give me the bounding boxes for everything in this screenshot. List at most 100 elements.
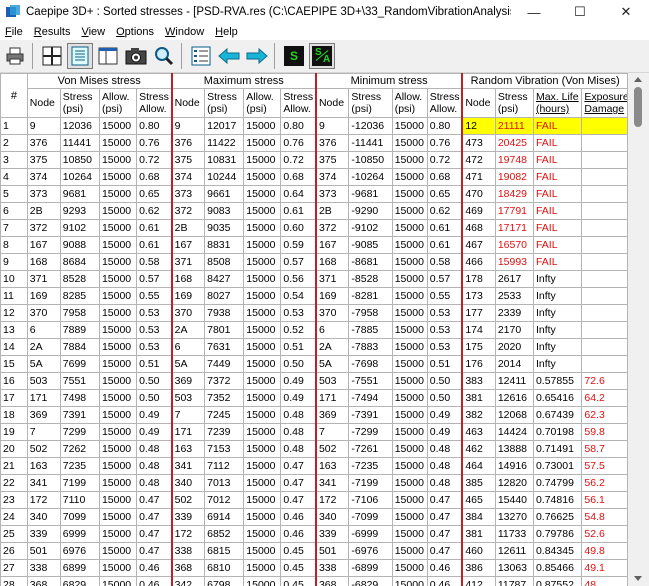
cell-max-allow[interactable]: 15000 — [243, 151, 282, 169]
table-row[interactable]: 1 9 12036 15000 0.80 9 12017 15000 0.80 9 -12036 15… — [0, 117, 628, 135]
cell-max-allow[interactable]: 15000 — [243, 338, 282, 356]
cell-min-node[interactable]: 167 — [314, 236, 350, 254]
cell-vm-allow[interactable]: 15000 — [98, 423, 138, 441]
cell-rv-max-life[interactable]: Infty — [532, 304, 583, 322]
cell-max-allow[interactable]: 15000 — [243, 491, 282, 509]
cell-min-ratio[interactable]: 0.80 — [426, 117, 463, 135]
cell-rv-stress[interactable]: 13888 — [494, 440, 534, 458]
cell-vm-node[interactable]: 172 — [26, 491, 61, 509]
scroll-down-icon[interactable] — [634, 576, 642, 581]
table-row[interactable]: 17 171 7498 15000 0.50 503 7352 15000 0.49 171 -74… — [0, 389, 628, 407]
cell-min-node[interactable]: 169 — [314, 287, 350, 305]
cell-min-stress[interactable]: -6829 — [348, 576, 393, 586]
cell-rv-max-life[interactable]: FAIL — [532, 168, 583, 186]
cell-vm-stress[interactable]: 8285 — [59, 287, 100, 305]
row-number[interactable]: 15 — [0, 355, 28, 373]
table-row[interactable]: 25 339 6999 15000 0.47 172 6852 15000 0.46 339 -69… — [0, 525, 628, 543]
cell-max-allow[interactable]: 15000 — [243, 236, 282, 254]
cell-max-allow[interactable]: 15000 — [243, 168, 282, 186]
cell-min-stress[interactable]: -8281 — [348, 287, 393, 305]
cell-vm-allow[interactable]: 15000 — [98, 338, 138, 356]
cell-max-stress[interactable]: 7245 — [204, 406, 245, 424]
row-number[interactable]: 3 — [0, 151, 28, 169]
cell-vm-stress[interactable]: 8684 — [59, 253, 100, 271]
cell-vm-ratio[interactable]: 0.53 — [136, 338, 173, 356]
row-number[interactable]: 20 — [0, 440, 28, 458]
cell-min-node[interactable]: 6 — [314, 321, 350, 339]
cell-max-allow[interactable]: 15000 — [243, 508, 282, 526]
cell-min-allow[interactable]: 15000 — [391, 185, 428, 203]
cell-max-allow[interactable]: 15000 — [243, 287, 282, 305]
menu-help[interactable]: Help — [210, 26, 244, 38]
cell-vm-node[interactable]: 2A — [26, 338, 61, 356]
cell-max-node[interactable]: 2A — [170, 321, 206, 339]
cell-vm-node[interactable]: 2B — [26, 202, 61, 220]
column-header-allow[interactable]: Allow. (psi) — [98, 88, 138, 118]
cell-vm-node[interactable]: 168 — [26, 253, 61, 271]
cell-min-stress[interactable]: -7199 — [348, 474, 393, 492]
cell-rv-max-life[interactable]: 0.84345 — [532, 542, 583, 560]
scroll-thumb[interactable] — [634, 87, 642, 127]
cell-max-node[interactable]: 340 — [170, 474, 206, 492]
cell-vm-stress[interactable]: 6976 — [59, 542, 100, 560]
cell-min-stress[interactable]: -7261 — [348, 440, 393, 458]
cell-min-node[interactable]: 172 — [314, 491, 350, 509]
cell-rv-stress[interactable]: 12820 — [494, 474, 534, 492]
cell-vm-allow[interactable]: 15000 — [98, 287, 138, 305]
cell-vm-stress[interactable]: 6899 — [59, 559, 100, 577]
cell-min-allow[interactable]: 15000 — [391, 134, 428, 152]
cell-max-allow[interactable]: 15000 — [243, 304, 282, 322]
cell-min-node[interactable]: 341 — [314, 474, 350, 492]
cell-min-ratio[interactable]: 0.62 — [426, 202, 463, 220]
cell-max-ratio[interactable]: 0.46 — [280, 508, 317, 526]
cell-rv-stress[interactable]: 12616 — [494, 389, 534, 407]
row-number[interactable]: 2 — [0, 134, 28, 152]
table-row[interactable]: 21 163 7235 15000 0.48 341 7112 15000 0.47 163 -72… — [0, 457, 628, 475]
cell-rv-node[interactable]: 382 — [461, 406, 496, 424]
cell-vm-allow[interactable]: 15000 — [98, 270, 138, 288]
s-button[interactable]: S — [281, 43, 307, 69]
cell-min-node[interactable]: 168 — [314, 253, 350, 271]
cell-min-node[interactable]: 340 — [314, 508, 350, 526]
cell-rv-stress[interactable]: 13270 — [494, 508, 534, 526]
cell-vm-ratio[interactable]: 0.50 — [136, 372, 173, 390]
cell-vm-ratio[interactable]: 0.47 — [136, 525, 173, 543]
cell-min-stress[interactable]: -7494 — [348, 389, 393, 407]
cell-rv-exposure-damage[interactable] — [581, 236, 628, 254]
cell-max-stress[interactable]: 7631 — [204, 338, 245, 356]
cell-vm-ratio[interactable]: 0.65 — [136, 185, 173, 203]
row-number[interactable]: 12 — [0, 304, 28, 322]
cell-max-node[interactable]: 369 — [170, 372, 206, 390]
cell-max-stress[interactable]: 7938 — [204, 304, 245, 322]
cell-rv-stress[interactable]: 17791 — [494, 202, 534, 220]
cell-vm-ratio[interactable]: 0.61 — [136, 219, 173, 237]
scroll-up-icon[interactable] — [634, 77, 642, 82]
cell-max-stress[interactable]: 7352 — [204, 389, 245, 407]
row-number[interactable]: 14 — [0, 338, 28, 356]
cell-rv-node[interactable]: 386 — [461, 559, 496, 577]
cell-rv-stress[interactable]: 15993 — [494, 253, 534, 271]
cell-rv-max-life[interactable]: 0.79786 — [532, 525, 583, 543]
cell-rv-stress[interactable]: 13063 — [494, 559, 534, 577]
cell-rv-exposure-damage[interactable]: 48 — [581, 576, 628, 586]
cell-vm-stress[interactable]: 9293 — [59, 202, 100, 220]
cell-vm-node[interactable]: 6 — [26, 321, 61, 339]
cell-vm-stress[interactable]: 10264 — [59, 168, 100, 186]
row-number[interactable]: 17 — [0, 389, 28, 407]
cell-rv-exposure-damage[interactable] — [581, 355, 628, 373]
cell-min-ratio[interactable]: 0.47 — [426, 542, 463, 560]
cell-min-node[interactable]: 5A — [314, 355, 350, 373]
cell-vm-ratio[interactable]: 0.49 — [136, 406, 173, 424]
cell-max-ratio[interactable]: 0.48 — [280, 423, 317, 441]
cell-rv-max-life[interactable]: 0.57855 — [532, 372, 583, 390]
cell-vm-allow[interactable]: 15000 — [98, 321, 138, 339]
cell-rv-node[interactable]: 460 — [461, 542, 496, 560]
cell-rv-max-life[interactable]: 0.74816 — [532, 491, 583, 509]
cell-min-stress[interactable]: -7235 — [348, 457, 393, 475]
cell-rv-stress[interactable]: 16570 — [494, 236, 534, 254]
cell-max-stress[interactable]: 8508 — [204, 253, 245, 271]
cell-vm-allow[interactable]: 15000 — [98, 134, 138, 152]
table-row[interactable]: 10 371 8528 15000 0.57 168 8427 15000 0.56 371 -85… — [0, 270, 628, 288]
cell-min-allow[interactable]: 15000 — [391, 491, 428, 509]
cell-max-allow[interactable]: 15000 — [243, 576, 282, 586]
